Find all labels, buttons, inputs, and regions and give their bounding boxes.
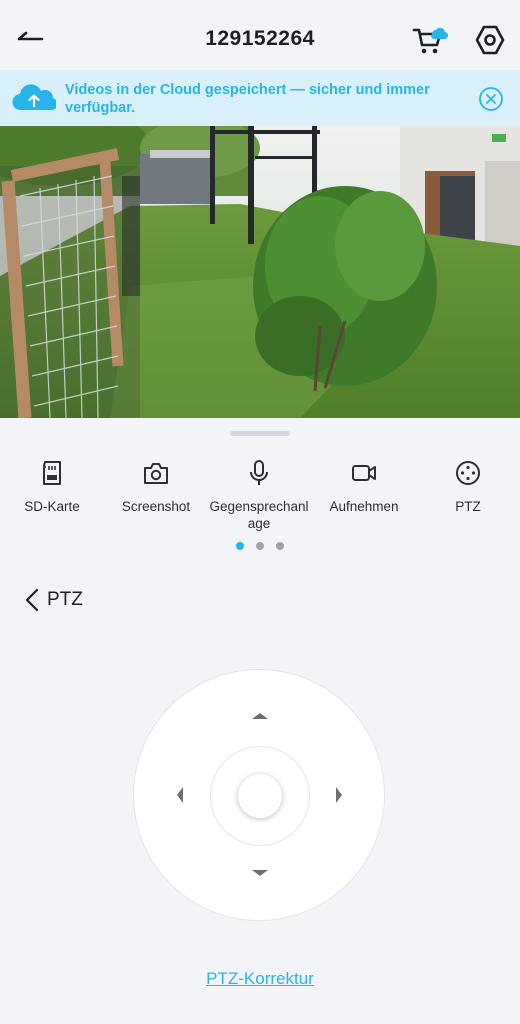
pan-left-button[interactable] bbox=[168, 783, 192, 807]
ptz-center-button[interactable] bbox=[238, 774, 282, 818]
top-bar: 129152264 bbox=[0, 0, 520, 70]
live-video-feed[interactable] bbox=[0, 126, 520, 418]
intercom-label: Gegensprechanl age bbox=[209, 499, 309, 531]
cloud-upload-icon bbox=[12, 84, 56, 111]
ptz-inner-ring bbox=[210, 746, 310, 846]
gear-icon bbox=[475, 25, 505, 55]
settings-button[interactable] bbox=[474, 24, 506, 56]
triangle-up-icon bbox=[252, 713, 268, 719]
sd-card-label: SD-Karte bbox=[24, 499, 80, 514]
ptz-correction-link[interactable]: PTZ-Korrektur bbox=[0, 969, 520, 989]
page-dot[interactable] bbox=[276, 542, 284, 550]
banner-text: Videos in der Cloud gespeichert — sicher… bbox=[65, 82, 430, 116]
pan-down-button[interactable] bbox=[248, 861, 272, 885]
ptz-icon bbox=[456, 461, 480, 485]
screenshot-label: Screenshot bbox=[121, 499, 191, 514]
triangle-right-icon bbox=[336, 787, 342, 803]
triangle-down-icon bbox=[252, 870, 268, 876]
close-icon bbox=[479, 87, 503, 111]
toolbar-page-indicator bbox=[236, 542, 284, 552]
cart-button[interactable] bbox=[412, 24, 449, 56]
ptz-section-title: PTZ bbox=[47, 589, 83, 610]
screenshot-button[interactable]: Screenshot bbox=[104, 458, 208, 515]
drag-handle[interactable] bbox=[230, 431, 290, 436]
ptz-button[interactable]: PTZ bbox=[416, 458, 520, 515]
cloud-promo-banner[interactable]: Videos in der Cloud gespeichert — sicher… bbox=[0, 70, 520, 126]
microphone-icon bbox=[250, 460, 268, 485]
record-button[interactable]: Aufnehmen bbox=[312, 458, 416, 515]
record-label: Aufnehmen bbox=[329, 499, 399, 514]
ptz-direction-pad bbox=[133, 669, 385, 921]
video-record-icon bbox=[352, 465, 376, 481]
triangle-left-icon bbox=[177, 787, 183, 803]
banner-close-button[interactable] bbox=[478, 86, 504, 112]
garden-camera-image bbox=[0, 126, 520, 418]
sd-card-button[interactable]: SD-Karte bbox=[0, 458, 104, 515]
pan-up-button[interactable] bbox=[248, 704, 272, 728]
chevron-left-icon bbox=[25, 588, 39, 612]
ptz-label: PTZ bbox=[455, 499, 481, 514]
pan-right-button[interactable] bbox=[327, 783, 351, 807]
sd-card-icon bbox=[43, 461, 61, 485]
cloud-cart-icon bbox=[412, 27, 449, 54]
controls-panel: SD-Karte Screenshot Gegensprechanl age A… bbox=[0, 418, 520, 1024]
page-dot-active[interactable] bbox=[236, 542, 244, 550]
page-dot[interactable] bbox=[256, 542, 264, 550]
camera-live-view-screen: 129152264 Videos in der Cloud gespeicher… bbox=[0, 0, 520, 1024]
intercom-button[interactable]: Gegensprechanl age bbox=[207, 458, 311, 532]
camera-icon bbox=[144, 463, 168, 484]
